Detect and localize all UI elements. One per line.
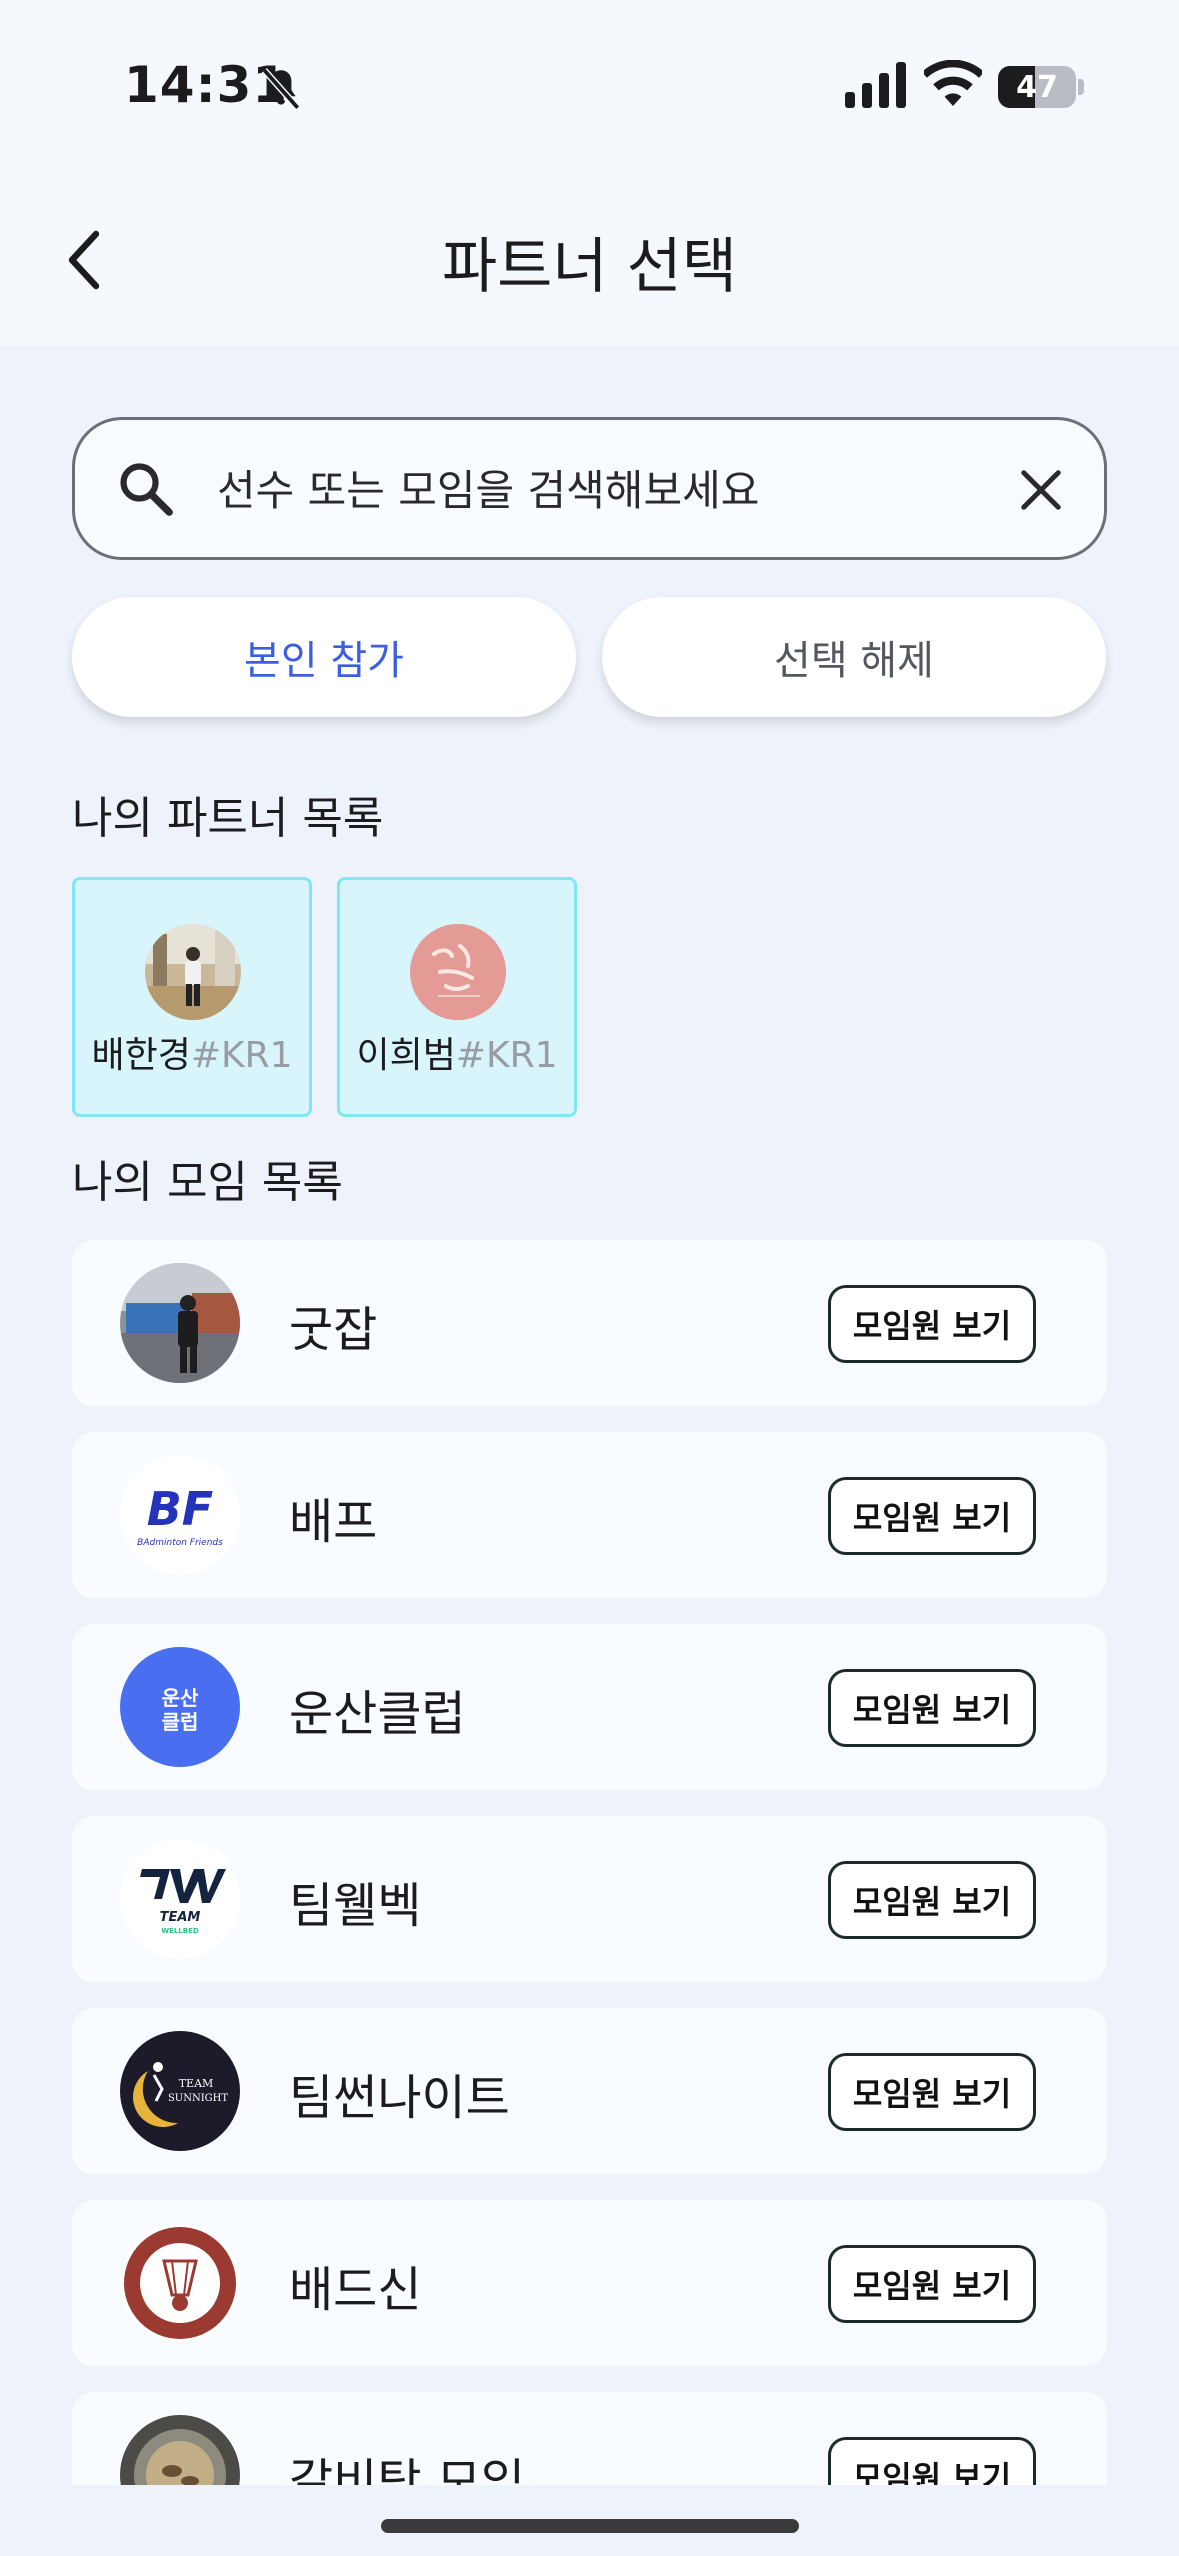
bell-muted-icon [261,68,301,110]
partner-avatar [145,924,241,1020]
group-name: 굿잡 [289,1302,378,1358]
group-avatar: BF BAdminton Friends [120,1455,240,1575]
partner-avatar [410,924,506,1020]
group-row[interactable]: 굿잡 모임원 보기 [72,1240,1107,1406]
partner-card[interactable]: 이희범#KR1 [337,877,577,1117]
group-row[interactable]: TEAM WELLBED 팀웰벡 모임원 보기 [72,1816,1107,1982]
svg-text:SUNNIGHT: SUNNIGHT [168,2093,228,2104]
group-row[interactable]: BF BAdminton Friends 배프 모임원 보기 [72,1432,1107,1598]
partner-tag: #KR1 [455,1035,558,1076]
group-name: 갈비탕 모임 [289,2454,526,2485]
home-indicator[interactable] [381,2519,799,2533]
view-members-button[interactable]: 모임원 보기 [828,1285,1036,1363]
group-logo-text: TEAM [160,1910,201,1925]
partner-name: 이희범 [356,1035,456,1076]
group-name: 운산클럽 [289,1686,466,1742]
partner-tag: #KR1 [190,1035,293,1076]
view-members-button[interactable]: 모임원 보기 [828,1861,1036,1939]
wifi-icon [924,60,982,106]
group-avatar: 운산 클럽 [120,1647,240,1767]
group-avatar [120,2415,240,2485]
view-members-button[interactable]: 모임원 보기 [828,1477,1036,1555]
group-logo-subtext: WELLBED [161,1927,199,1935]
view-members-button[interactable]: 모임원 보기 [828,1669,1036,1747]
group-logo-text: BF [147,1482,213,1536]
view-members-button[interactable]: 모임원 보기 [828,2245,1036,2323]
svg-text:운산: 운산 [162,1686,199,1710]
group-row[interactable]: 배드신 모임원 보기 [72,2200,1107,2366]
group-name: 배드신 [289,2262,422,2318]
groups-section-title: 나의 모임 목록 [72,1157,343,1208]
group-name: 배프 [289,1494,378,1550]
search-input[interactable] [217,440,1017,540]
self-join-button[interactable]: 본인 참가 [72,597,576,717]
group-row[interactable]: TEAM SUNNIGHT 팀썬나이트 모임원 보기 [72,2008,1107,2174]
group-avatar [120,2223,240,2343]
group-name: 팀썬나이트 [289,2070,510,2126]
group-list[interactable]: 굿잡 모임원 보기 BF BAdminton Friends 배프 모임원 보기… [0,1230,1179,2485]
deselect-button[interactable]: 선택 해제 [602,597,1106,717]
view-members-button[interactable]: 모임원 보기 [828,2437,1036,2485]
partner-name: 배한경 [91,1035,191,1076]
svg-text:클럽: 클럽 [162,1710,199,1734]
partner-label: 배한경#KR1 [75,1026,309,1078]
group-name: 팀웰벡 [289,1878,422,1934]
group-avatar: TEAM WELLBED [120,1839,240,1959]
top-bar: 14:31 47 파트너 선택 [0,0,1179,346]
group-logo-subtext: BAdminton Friends [137,1538,223,1548]
partners-section-title: 나의 파트너 목록 [72,793,384,844]
cellular-signal-icon [845,62,906,108]
search-bar[interactable] [72,417,1107,560]
battery-tip [1078,79,1084,95]
group-row[interactable]: 갈비탕 모임 모임원 보기 [72,2392,1107,2485]
close-icon [1021,470,1061,510]
partner-label: 이희범#KR1 [340,1026,574,1078]
group-avatar [120,1263,240,1383]
group-row[interactable]: 운산 클럽 운산클럽 모임원 보기 [72,1624,1107,1790]
view-members-button[interactable]: 모임원 보기 [828,2053,1036,2131]
group-avatar: TEAM SUNNIGHT [120,2031,240,2151]
battery-level-text: 47 [1016,69,1058,105]
clear-search-button[interactable] [1009,458,1073,522]
page-title: 파트너 선택 [441,232,738,302]
battery-icon: 47 [998,66,1076,108]
partner-card[interactable]: 배한경#KR1 [72,877,312,1117]
search-icon [120,463,173,516]
svg-text:TEAM: TEAM [179,2077,214,2090]
